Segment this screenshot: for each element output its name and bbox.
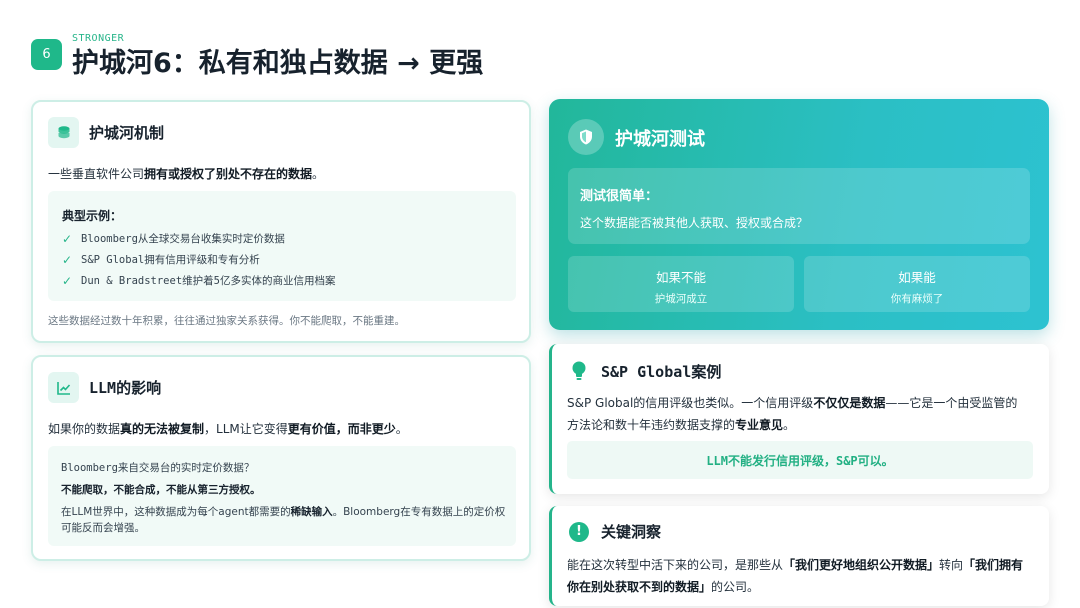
bloomberg-example-box: Bloomberg来自交易台的实时定价数据？ 不能爬取，不能合成，不能从第三方授… — [48, 446, 516, 546]
test-question: 这个数据能否被其他人获取、授权或合成？ — [580, 216, 809, 230]
box-line-2: 不能爬取，不能合成，不能从第三方授权。 — [61, 484, 261, 496]
section-number-badge: 6 — [31, 39, 62, 70]
insight-line-2: 你在别处获取不到的数据」的公司。 — [567, 580, 760, 594]
lightbulb-icon — [569, 360, 589, 382]
option-can: 如果能 你有麻烦了 — [804, 256, 1030, 312]
box-line-4: 可能反而会增强。 — [61, 522, 145, 534]
mechanism-intro: 一些垂直软件公司拥有或授权了别处不存在的数据。 — [48, 167, 325, 181]
box-line-3: 在LLM世界中，这种数据成为每个agent都需要的稀缺输入。Bloomberg在… — [61, 506, 506, 518]
examples-title: 典型示例： — [62, 209, 123, 223]
list-item: ✓ Bloomberg从全球交易台收集实时定价数据 — [62, 231, 285, 246]
database-icon — [48, 117, 79, 148]
sp-highlight: LLM不能发行信用评级，S&P可以。 — [567, 441, 1033, 479]
test-question-box: 测试很简单： 这个数据能否被其他人获取、授权或合成？ — [568, 168, 1030, 244]
moat-mechanism-card: 护城河机制 一些垂直软件公司拥有或授权了别处不存在的数据。 典型示例： ✓ Bl… — [31, 100, 531, 343]
key-insight-card: ! 关键洞察 能在这次转型中活下来的公司，是那些从「我们更好地组织公开数据」转向… — [549, 506, 1049, 606]
shield-icon — [568, 119, 604, 155]
option-cannot: 如果不能 护城河成立 — [568, 256, 794, 312]
sp-line-1: S&P Global的信用评级也类似。一个信用评级不仅仅是数据——它是一个由受监… — [567, 396, 1018, 410]
llm-impact-card: LLM的影响 如果你的数据真的无法被复制，LLM让它变得更有价值，而非更少。 B… — [31, 355, 531, 561]
info-icon: ! — [569, 521, 589, 542]
trend-chart-icon — [48, 372, 79, 403]
card-title: 护城河测试 — [615, 129, 705, 150]
list-item: ✓ Dun & Bradstreet维护着5亿多实体的商业信用档案 — [62, 273, 336, 288]
insight-line-1: 能在这次转型中活下来的公司，是那些从「我们更好地组织公开数据」转向「我们拥有 — [567, 558, 1024, 572]
box-line-1: Bloomberg来自交易台的实时定价数据？ — [61, 462, 255, 474]
sp-line-2: 方法论和数十年违约数据支撑的专业意见。 — [567, 418, 796, 432]
examples-box: 典型示例： ✓ Bloomberg从全球交易台收集实时定价数据 ✓ S&P Gl… — [48, 191, 516, 301]
card-title: S&P Global案例 — [601, 362, 722, 381]
page-title: 护城河6：私有和独占数据 → 更强 — [72, 48, 484, 79]
card-title: LLM的影响 — [89, 379, 162, 397]
sp-global-case-card: S&P Global案例 S&P Global的信用评级也类似。一个信用评级不仅… — [549, 344, 1049, 494]
check-icon: ✓ — [62, 273, 73, 288]
moat-test-card: 护城河测试 测试很简单： 这个数据能否被其他人获取、授权或合成？ 如果不能 护城… — [549, 99, 1049, 330]
card-title: 护城河机制 — [89, 124, 165, 142]
test-box-title: 测试很简单： — [580, 189, 659, 204]
list-item: ✓ S&P Global拥有信用评级和专有分析 — [62, 252, 260, 267]
llm-intro: 如果你的数据真的无法被复制，LLM让它变得更有价值，而非更少。 — [48, 422, 408, 436]
check-icon: ✓ — [62, 231, 73, 246]
card-title: 关键洞察 — [601, 523, 662, 541]
mechanism-footnote: 这些数据经过数十年积累，往往通过独家关系获得。你不能爬取，不能重建。 — [48, 315, 405, 327]
check-icon: ✓ — [62, 252, 73, 267]
